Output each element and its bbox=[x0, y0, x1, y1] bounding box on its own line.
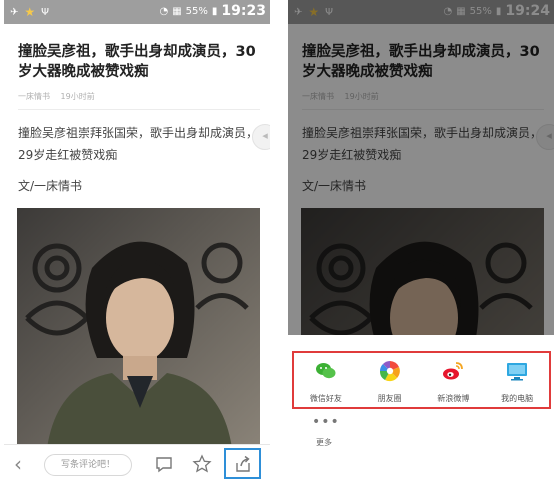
battery-icon: ▮ bbox=[211, 5, 218, 17]
wechat-icon bbox=[315, 363, 336, 379]
bottom-toolbar: ‹ 写条评论吧！ bbox=[4, 444, 270, 483]
usb-icon: Ψ bbox=[41, 6, 50, 18]
share-sheet: 微信好友 朋友圈 新浪微博 我的电脑 ••• 更多 bbox=[288, 335, 554, 483]
share-weibo[interactable]: 新浪微博 bbox=[424, 353, 482, 404]
moments-icon bbox=[379, 361, 400, 382]
article-photo[interactable] bbox=[17, 208, 260, 448]
more-label: 更多 bbox=[316, 438, 332, 447]
article-byline: 文/一床情书 bbox=[18, 179, 83, 193]
comment-input[interactable]: 写条评论吧！ bbox=[44, 454, 132, 476]
share-computer[interactable]: 我的电脑 bbox=[488, 353, 546, 404]
share-label: 微信好友 bbox=[309, 394, 342, 403]
article-time: 19小时前 bbox=[60, 92, 95, 101]
share-label: 新浪微博 bbox=[437, 394, 470, 403]
article-source[interactable]: 一床情书 bbox=[18, 92, 50, 101]
notification-icon: ✈ bbox=[10, 6, 19, 18]
share-more[interactable]: ••• 更多 bbox=[312, 414, 340, 448]
article-meta: 一床情书 19小时前 bbox=[18, 91, 103, 102]
computer-icon bbox=[507, 363, 528, 381]
star-icon[interactable] bbox=[192, 454, 212, 474]
share-label: 朋友圈 bbox=[377, 394, 402, 403]
signal-icon: ▦ bbox=[172, 5, 182, 17]
share-label: 我的电脑 bbox=[501, 394, 534, 403]
share-wechat[interactable]: 微信好友 bbox=[297, 353, 355, 404]
article-summary: 撞脸吴彦祖崇拜张国荣，歌手出身却成演员，29岁走红被赞戏痴 bbox=[18, 126, 259, 162]
comment-icon[interactable] bbox=[154, 454, 174, 474]
portrait-image bbox=[17, 208, 260, 448]
weibo-icon bbox=[443, 362, 464, 380]
left-phone-screen: ✈ ★ Ψ ◔ ▦ 55% ▮ 19:23 撞脸吴彦祖，歌手出身却成演员，30岁… bbox=[4, 0, 270, 483]
clock: 19:23 bbox=[221, 3, 266, 19]
back-icon[interactable]: ‹ bbox=[14, 453, 34, 475]
wifi-icon: ◔ bbox=[159, 5, 169, 17]
article-view: 撞脸吴彦祖，歌手出身却成演员，30岁大器晚成被赞戏痴 一床情书 19小时前 撞脸… bbox=[4, 24, 270, 483]
share-moments[interactable]: 朋友圈 bbox=[361, 353, 419, 404]
share-icon bbox=[236, 455, 250, 472]
battery-percent: 55% bbox=[185, 5, 208, 17]
modal-backdrop[interactable] bbox=[288, 0, 554, 335]
share-targets-highlight: 微信好友 朋友圈 新浪微博 我的电脑 bbox=[292, 351, 551, 409]
divider bbox=[18, 109, 260, 110]
status-bar: ✈ ★ Ψ ◔ ▦ 55% ▮ 19:23 bbox=[4, 0, 270, 24]
more-icon: ••• bbox=[312, 414, 340, 430]
share-button-highlight[interactable] bbox=[224, 448, 261, 479]
weather-icon: ★ bbox=[24, 5, 36, 19]
right-phone-screen: ✈ ★ Ψ ◔ ▦ 55% ▮ 19:24 撞脸吴彦祖，歌手出身却成演员，30岁… bbox=[288, 0, 554, 483]
article-headline: 撞脸吴彦祖，歌手出身却成演员，30岁大器晚成被赞戏痴 bbox=[18, 44, 256, 80]
